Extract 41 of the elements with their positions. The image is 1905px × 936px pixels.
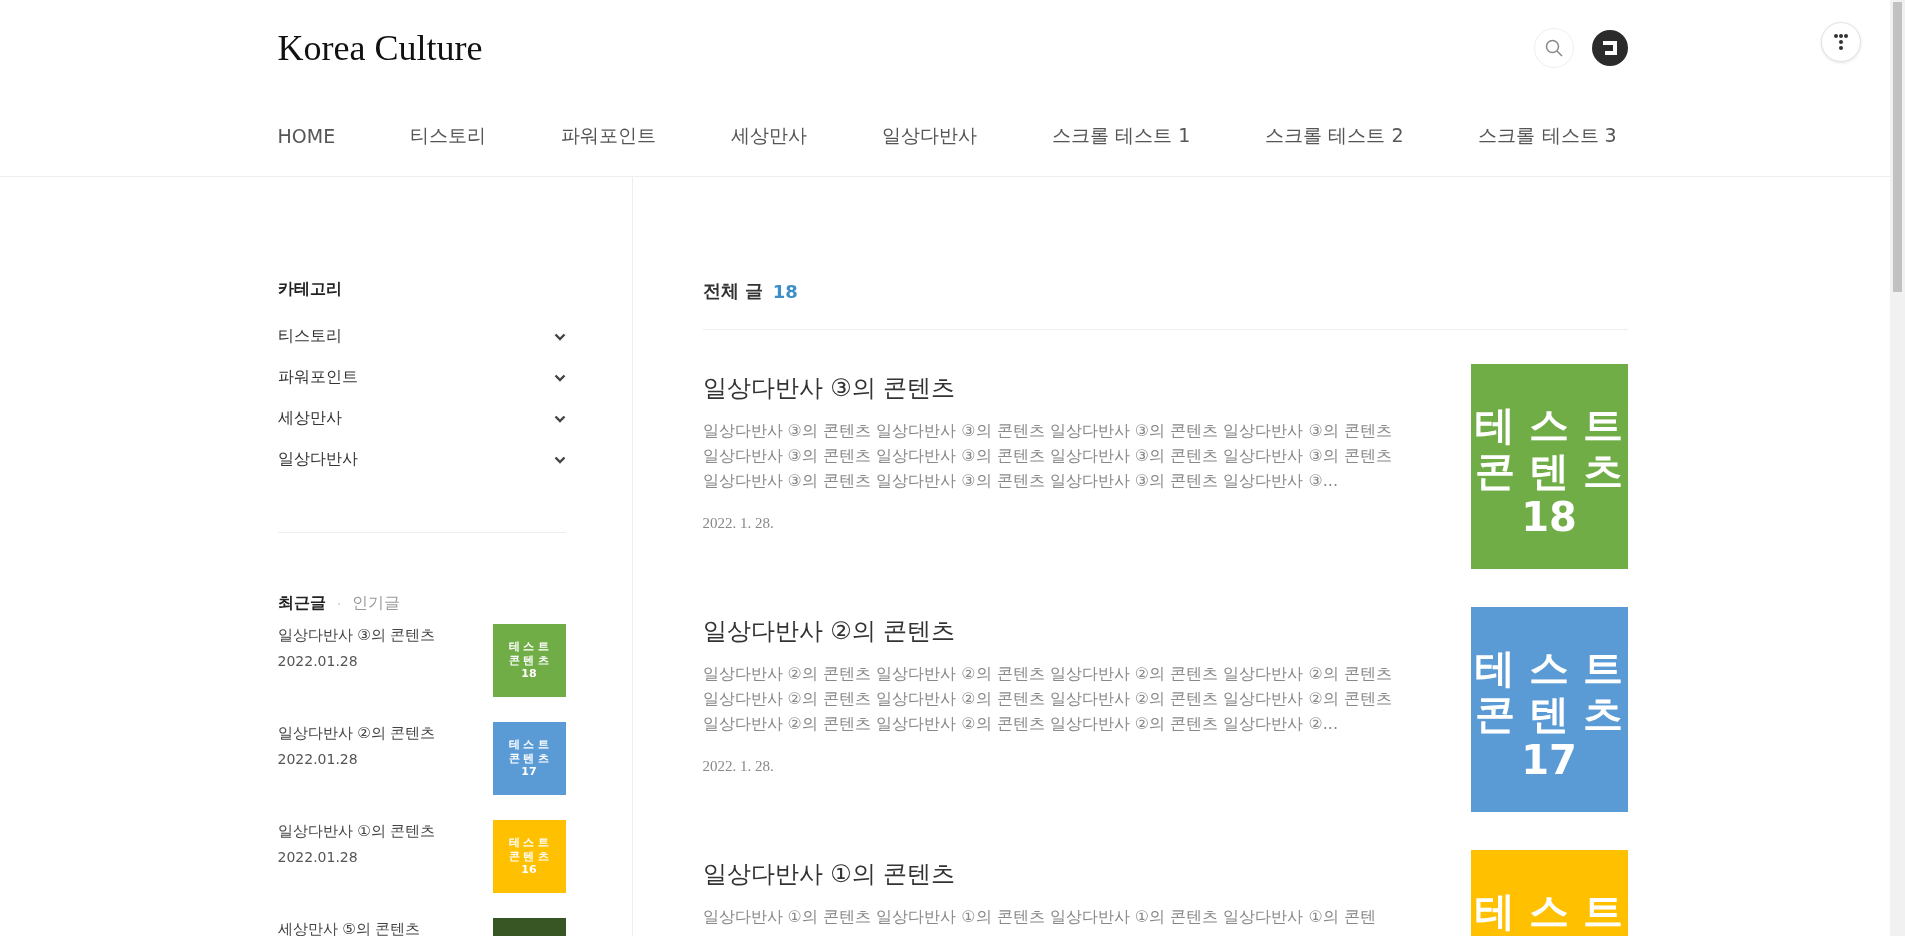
dots-icon — [1833, 33, 1849, 51]
nav-link[interactable]: 스크롤 테스트 1 — [1052, 123, 1191, 149]
post-count: 18 — [772, 280, 798, 302]
category-link[interactable]: 일상다반사 — [277, 449, 358, 470]
nav-link[interactable]: 티스토리 — [410, 123, 487, 149]
tab[interactable]: 최근글 — [277, 593, 326, 614]
post-date: 2022. 1. 28. — [702, 515, 774, 531]
recent-post-link[interactable]: 일상다반사 ①의 콘텐츠 — [277, 822, 436, 841]
nav-link[interactable]: 파워포인트 — [561, 123, 657, 149]
category-heading: 카테고리 — [277, 279, 343, 300]
nav-link[interactable]: 스크롤 테스트 2 — [1265, 123, 1404, 149]
category-link[interactable]: 파워포인트 — [277, 367, 358, 388]
nav-link[interactable]: 세상만사 — [731, 123, 808, 149]
post-date: 2022. 1. 28. — [702, 758, 774, 774]
chevron-down-icon[interactable] — [553, 332, 566, 341]
blog-title[interactable]: Korea Culture — [277, 27, 483, 69]
scrollbar[interactable] — [1890, 0, 1905, 936]
post-excerpt: 일상다반사 ②의 콘텐츠 일상다반사 ②의 콘텐츠 일상다반사 ②의 콘텐츠 일상다반사 ②의 콘텐츠 일상다반사 ②의 콘텐츠 일상다반사 ②의 콘텐츠 일상다반사 ②의 콘텐츠 일상다반사 ②의 콘텐츠 일상다반사 ②의 콘텐츠 일상다반사 ②의 콘텐츠 일상다반사 ②의 콘텐츠 일상다반사 ②... — [702, 663, 1393, 735]
chevron-down-icon[interactable] — [553, 455, 566, 464]
recent-post-link[interactable]: 세상만사 ⑤의 콘텐츠 — [277, 920, 421, 936]
nav-link[interactable]: 스크롤 테스트 3 — [1478, 123, 1617, 149]
search-icon[interactable] — [1533, 28, 1574, 68]
category-link[interactable]: 세상만사 — [277, 408, 342, 429]
post-title[interactable]: 일상다반사 ③의 콘텐츠 — [702, 372, 1403, 404]
post-excerpt: 일상다반사 ①의 콘텐츠 일상다반사 ①의 콘텐츠 일상다반사 ①의 콘텐츠 일상다반사 ①의 콘텐 — [702, 906, 1377, 928]
nav-link[interactable]: 일상다반사 — [882, 123, 978, 149]
category-link[interactable]: 티스토리 — [277, 326, 342, 347]
avatar-icon[interactable] — [1591, 30, 1628, 66]
menu-button[interactable] — [1821, 22, 1861, 62]
post-title[interactable]: 일상다반사 ②의 콘텐츠 — [702, 615, 1403, 647]
post-date: 2022.01.28 — [277, 849, 359, 865]
chevron-down-icon[interactable] — [553, 373, 566, 382]
chevron-down-icon[interactable] — [553, 414, 566, 423]
post-title[interactable]: 일상다반사 ①의 콘텐츠 — [702, 858, 1403, 890]
post-date: 2022.01.28 — [277, 751, 359, 767]
nav-link[interactable]: HOME — [277, 125, 336, 147]
section-heading: 전체 글 — [702, 279, 763, 303]
recent-post-link[interactable]: 일상다반사 ③의 콘텐츠 — [277, 626, 436, 645]
post-excerpt: 일상다반사 ③의 콘텐츠 일상다반사 ③의 콘텐츠 일상다반사 ③의 콘텐츠 일상다반사 ③의 콘텐츠 일상다반사 ③의 콘텐츠 일상다반사 ③의 콘텐츠 일상다반사 ③의 콘텐츠 일상다반사 ③의 콘텐츠 일상다반사 ③의 콘텐츠 일상다반사 ③의 콘텐츠 일상다반사 ③의 콘텐츠 일상다반사 ③... — [702, 420, 1393, 492]
recent-post-link[interactable]: 일상다반사 ②의 콘텐츠 — [277, 724, 436, 743]
post-date: 2022.01.28 — [277, 653, 359, 669]
